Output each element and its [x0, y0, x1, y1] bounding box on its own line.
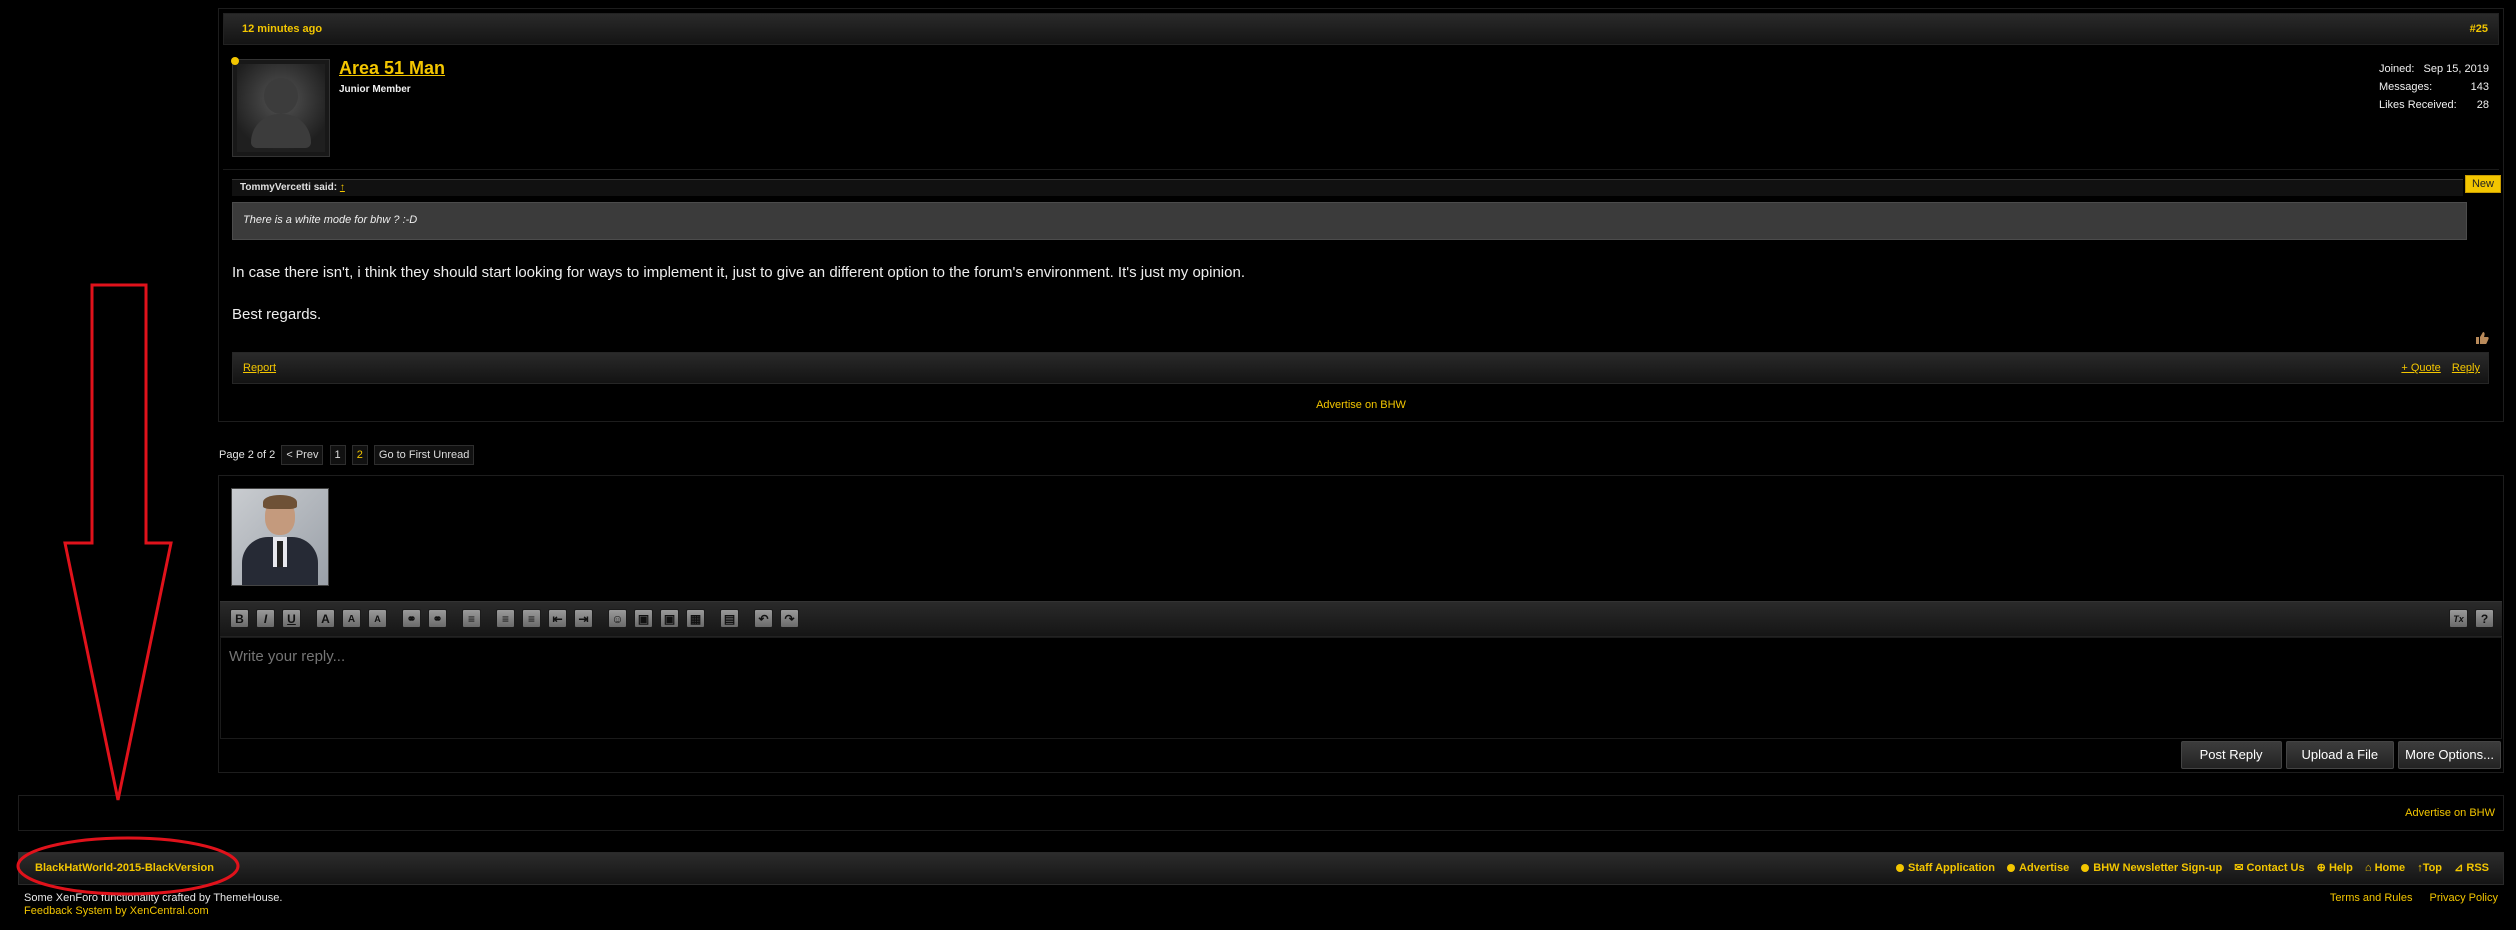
privacy-link[interactable]: Privacy Policy	[2430, 892, 2498, 904]
remove-format-icon[interactable]: Tx	[2449, 609, 2468, 628]
post-header: 12 minutes ago #25	[223, 13, 2499, 45]
terms-link[interactable]: Terms and Rules	[2330, 892, 2413, 904]
circle-icon	[2007, 864, 2016, 872]
outdent-icon[interactable]: ⇤	[548, 609, 567, 628]
reply-avatar[interactable]	[231, 488, 329, 586]
footer-link-staff-application[interactable]: Staff Application	[1896, 862, 1995, 874]
post-footer: Report + Quote Reply	[232, 352, 2489, 384]
align-icon[interactable]: ≡	[462, 609, 481, 628]
help-icon[interactable]: ?	[2475, 609, 2494, 628]
footer-link-rss[interactable]: ⊿ RSS	[2454, 862, 2489, 874]
user-title: Junior Member	[339, 84, 411, 95]
report-link[interactable]: Report	[243, 353, 276, 383]
messages-label: Messages:	[2379, 81, 2433, 93]
insert-icon[interactable]: ▦	[686, 609, 705, 628]
quote-link[interactable]: + Quote	[2401, 362, 2440, 374]
online-status-icon	[231, 57, 239, 65]
legal-links: Terms and Rules Privacy Policy	[2316, 892, 2498, 904]
advertise-bar: Advertise on BHW	[18, 795, 2504, 831]
new-badge: New	[2464, 175, 2501, 193]
page-2-current[interactable]: 2	[351, 445, 368, 465]
message-text: In case there isn't, i think they should…	[232, 264, 1245, 281]
underline-icon[interactable]: U	[282, 609, 301, 628]
reply-link[interactable]: Reply	[2452, 362, 2480, 374]
footer-link-help[interactable]: ⊕ Help	[2317, 862, 2353, 874]
footer-link-contact[interactable]: ✉ Contact Us	[2234, 862, 2304, 874]
bullet-list-icon[interactable]: ≡	[496, 609, 515, 628]
divider	[223, 169, 2499, 170]
upload-file-button[interactable]: Upload a File	[2285, 741, 2395, 769]
media-icon[interactable]: ▣	[660, 609, 679, 628]
likes-label: Likes Received:	[2379, 99, 2457, 111]
font-family-icon[interactable]: A	[368, 609, 387, 628]
editor-toolbar: B I U A A A ⚭ ⚭ ≡ ≡ ≡ ⇤ ⇥ ☺ ▣ ▣ ▦ ▤ ↶ ↷ …	[220, 601, 2502, 637]
post-reply-button[interactable]: Post Reply	[2180, 741, 2282, 769]
font-size-icon[interactable]: A	[342, 609, 361, 628]
smilie-icon[interactable]: ☺	[608, 609, 627, 628]
envelope-icon: ✉	[2234, 862, 2247, 874]
messages-value[interactable]: 143	[2471, 81, 2489, 93]
home-icon: ⌂	[2364, 862, 2375, 874]
reply-buttons: Post Reply Upload a File More Options...	[2177, 741, 2501, 769]
footer-link-advertise[interactable]: Advertise	[2007, 862, 2069, 874]
quote-header: TommyVercetti said: ↑	[232, 179, 2463, 196]
footer-link-top[interactable]: ↑Top	[2417, 862, 2442, 874]
advertise-bottom-link[interactable]: Advertise on BHW	[2405, 807, 2495, 819]
username-link[interactable]: Area 51 Man	[339, 58, 445, 79]
footer-link-home[interactable]: ⌂ Home	[2365, 862, 2405, 874]
quote-text: There is a white mode for bhw ? :-D	[232, 202, 2467, 240]
circle-icon	[1896, 864, 1904, 872]
post-message: 12 minutes ago #25 Area 51 Man Junior Me…	[218, 8, 2504, 422]
post-number[interactable]: #25	[2470, 14, 2488, 44]
more-options-button[interactable]: More Options...	[2398, 741, 2501, 769]
joined-label: Joined:	[2379, 63, 2415, 75]
likes-value: 28	[2476, 99, 2489, 111]
prev-page-button[interactable]: < Prev	[281, 445, 324, 465]
italic-icon[interactable]: I	[256, 609, 275, 628]
redo-icon[interactable]: ↷	[780, 609, 799, 628]
save-draft-icon[interactable]: ▤	[720, 609, 739, 628]
image-icon[interactable]: ▣	[634, 609, 653, 628]
post-time[interactable]: 12 minutes ago	[242, 14, 322, 44]
quote-author: TommyVercetti said:	[240, 182, 338, 193]
indent-icon[interactable]: ⇥	[574, 609, 593, 628]
rss-icon: ⊿	[2454, 862, 2467, 874]
advertise-link[interactable]: Advertise on BHW	[219, 397, 2503, 413]
undo-icon[interactable]: ↶	[754, 609, 773, 628]
page-summary: Page 2 of 2	[219, 449, 276, 461]
bold-icon[interactable]: B	[230, 609, 249, 628]
numbered-list-icon[interactable]: ≡	[522, 609, 541, 628]
text-color-icon[interactable]: A	[316, 609, 335, 628]
pagination: Page 2 of 2 < Prev 1 2 Go to First Unrea…	[219, 445, 477, 465]
joined-value: Sep 15, 2019	[2423, 63, 2489, 75]
help-circle-icon: ⊕	[2316, 862, 2329, 874]
page-1-link[interactable]: 1	[329, 445, 346, 465]
user-stats: Joined: Sep 15, 2019 Messages: 143 Likes R…	[2379, 63, 2489, 117]
style-chooser-link[interactable]: BlackHatWorld-2015-BlackVersion	[35, 853, 214, 884]
unlink-icon[interactable]: ⚭	[428, 609, 447, 628]
quote-jump-icon[interactable]: ↑	[340, 182, 345, 193]
like-icon[interactable]	[2475, 331, 2489, 345]
go-to-first-unread-button[interactable]: Go to First Unread	[373, 445, 475, 465]
circle-icon	[2081, 864, 2090, 872]
footer-links: Staff Application Advertise BHW Newslett…	[1887, 853, 2489, 884]
message-signoff: Best regards.	[232, 306, 322, 323]
copyright-text[interactable]: Some XenForo functionality crafted by Th…	[24, 892, 282, 904]
quick-reply: B I U A A A ⚭ ⚭ ≡ ≡ ≡ ⇤ ⇥ ☺ ▣ ▣ ▦ ▤ ↶ ↷ …	[218, 475, 2504, 773]
footer-link-newsletter[interactable]: BHW Newsletter Sign-up	[2081, 862, 2222, 874]
footer-bar: BlackHatWorld-2015-BlackVersion Staff Ap…	[18, 852, 2504, 885]
reply-input[interactable]	[221, 638, 2501, 738]
link-icon[interactable]: ⚭	[402, 609, 421, 628]
feedback-credit-link[interactable]: Feedback System by XenCentral.com	[24, 905, 209, 917]
avatar[interactable]	[232, 59, 330, 157]
reply-editor[interactable]	[220, 637, 2502, 739]
